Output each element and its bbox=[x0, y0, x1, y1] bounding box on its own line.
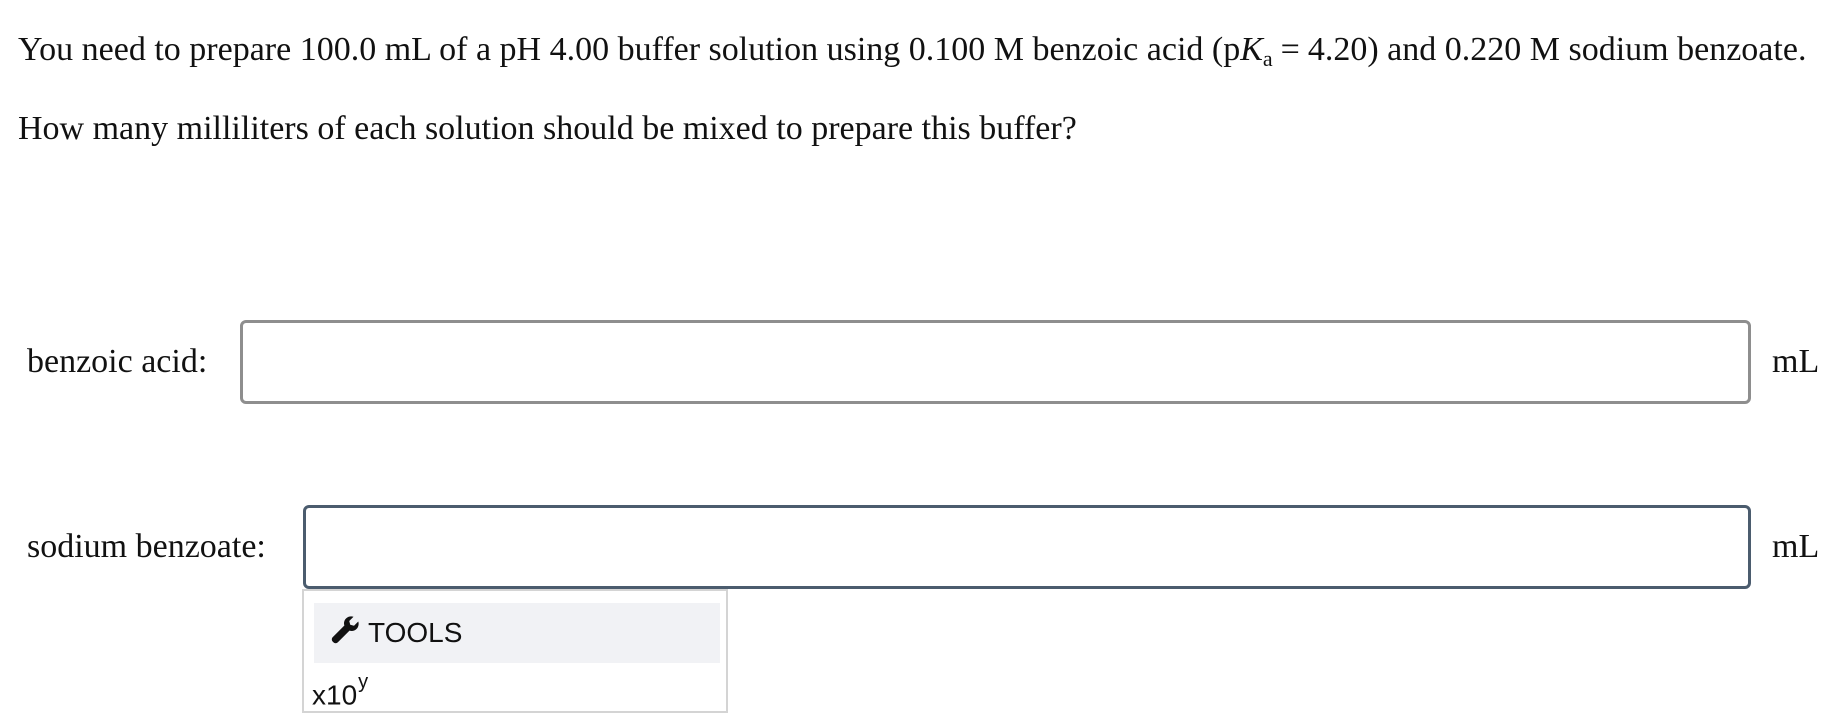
scientific-notation-button[interactable]: x10y bbox=[312, 671, 368, 712]
question-text: You need to prepare 100.0 mL of a pH 4.0… bbox=[18, 24, 1808, 155]
benzoic-acid-label: benzoic acid: bbox=[27, 343, 208, 380]
question-intro-end: 4.20) and 0.220 M sodium benzoate. bbox=[1307, 31, 1807, 68]
pka-k-symbol: K bbox=[1240, 31, 1263, 68]
benzoic-acid-input[interactable] bbox=[240, 320, 1751, 404]
tools-button[interactable]: TOOLS bbox=[314, 603, 720, 663]
x10-base: x10 bbox=[312, 679, 358, 711]
wrench-icon bbox=[330, 615, 368, 652]
equals-sign: = bbox=[1280, 31, 1300, 68]
sodium-benzoate-input[interactable] bbox=[303, 505, 1751, 589]
sodium-benzoate-unit: mL bbox=[1772, 528, 1820, 565]
question-intro: You need to prepare 100.0 mL of a pH 4.0… bbox=[18, 24, 1808, 85]
tools-panel: TOOLS x10y bbox=[302, 589, 728, 713]
tools-label: TOOLS bbox=[368, 617, 463, 648]
question-prompt: How many milliliters of each solution sh… bbox=[18, 110, 1077, 147]
sodium-benzoate-label: sodium benzoate: bbox=[27, 528, 266, 565]
x10-exponent: y bbox=[358, 671, 369, 693]
question-intro-start: You need to prepare 100.0 mL of a pH 4.0… bbox=[18, 31, 1241, 68]
pka-subscript: a bbox=[1262, 46, 1273, 71]
benzoic-acid-unit: mL bbox=[1772, 343, 1820, 380]
